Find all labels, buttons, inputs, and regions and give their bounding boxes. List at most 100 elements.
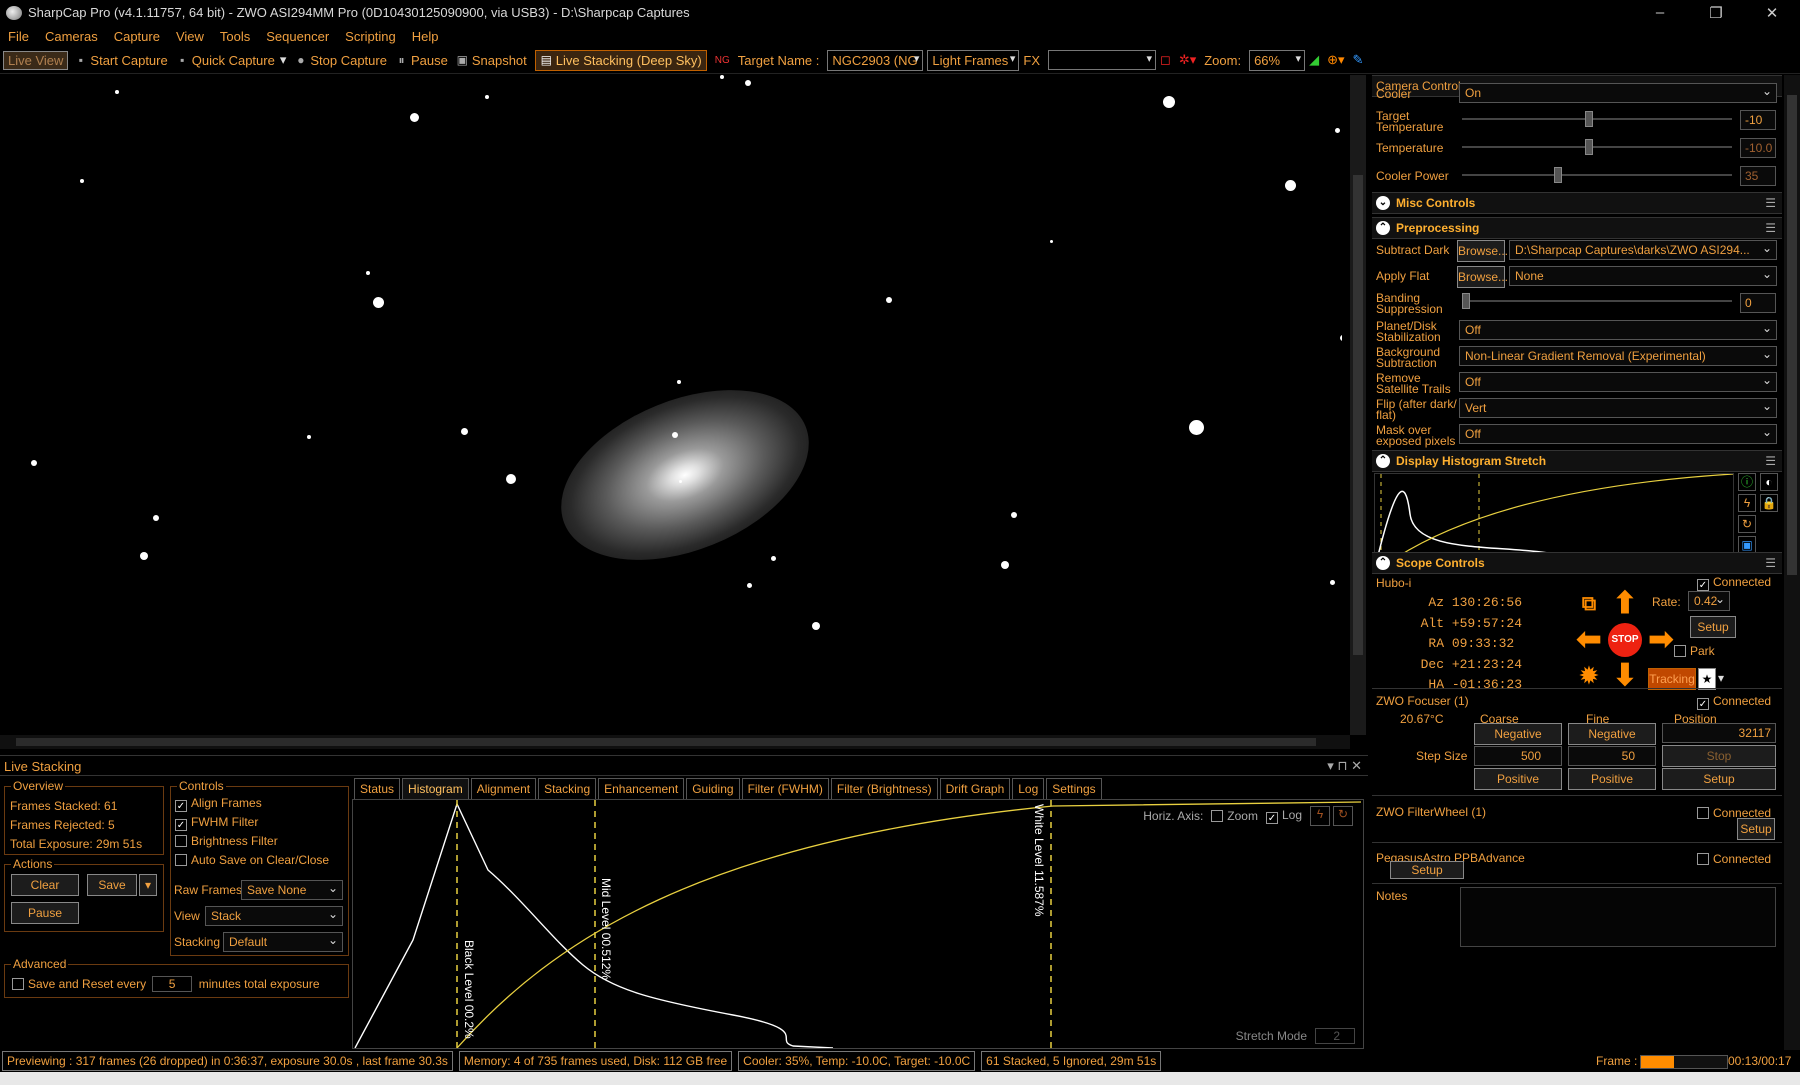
- checkbox-checked-icon[interactable]: ✓: [175, 819, 187, 831]
- focuser-connected[interactable]: ✓ Connected: [1697, 695, 1771, 710]
- fwhm-filter-toggle[interactable]: ✓ FWHM Filter: [175, 813, 329, 832]
- coarse-negative-button[interactable]: Negative: [1474, 723, 1562, 745]
- magnifier-icon[interactable]: ⊕▾: [1327, 52, 1344, 68]
- notes-textarea[interactable]: [1460, 887, 1776, 947]
- coarse-positive-button[interactable]: Positive: [1474, 768, 1562, 790]
- minimize-button[interactable]: –: [1632, 4, 1688, 21]
- apply-flat-select[interactable]: None: [1509, 266, 1777, 286]
- rate-select[interactable]: 0.42: [1688, 591, 1730, 611]
- tab-stacking[interactable]: Stacking: [538, 778, 597, 800]
- checkbox-icon[interactable]: [1697, 807, 1709, 819]
- align-frames-toggle[interactable]: ✓ Align Frames: [175, 794, 329, 813]
- checkbox-icon[interactable]: [175, 854, 187, 866]
- contrast-icon[interactable]: ◐: [1760, 473, 1778, 491]
- tab-drift-graph[interactable]: Drift Graph: [939, 778, 1011, 800]
- scope-controls-header[interactable]: ⌃ Scope Controls ☰: [1372, 552, 1782, 574]
- snapshot-button[interactable]: ▣ Snapshot: [456, 53, 527, 68]
- checkbox-icon[interactable]: [12, 978, 24, 990]
- cooler-select[interactable]: On: [1459, 83, 1777, 103]
- fine-step-input[interactable]: 50: [1568, 746, 1656, 766]
- lock-icon[interactable]: 🔒: [1760, 494, 1778, 512]
- coarse-step-input[interactable]: 500: [1474, 746, 1562, 766]
- checkbox-checked-icon[interactable]: ✓: [175, 800, 187, 812]
- arrow-up-icon[interactable]: ⬆: [1608, 587, 1642, 621]
- star-icon[interactable]: ★: [1698, 668, 1716, 690]
- stack-histogram-panel[interactable]: Black Level 00.2% Mid Level 00.512% Whit…: [352, 799, 1364, 1049]
- banding-suppression-slider[interactable]: [1462, 291, 1732, 311]
- save-button[interactable]: Save: [87, 874, 137, 896]
- menu-cameras[interactable]: Cameras: [45, 29, 98, 44]
- histogram-icon[interactable]: ◢: [1309, 52, 1319, 68]
- flip-select[interactable]: Vert: [1459, 398, 1777, 418]
- save-dropdown-icon[interactable]: ▾: [139, 874, 157, 896]
- tracking-button[interactable]: Tracking: [1648, 668, 1696, 690]
- crosshair-icon[interactable]: ✲▾: [1179, 52, 1196, 68]
- tab-histogram[interactable]: Histogram: [402, 778, 469, 800]
- quick-capture-button[interactable]: ▪ Quick Capture ▾: [176, 52, 286, 68]
- fine-positive-button[interactable]: Positive: [1568, 768, 1656, 790]
- raw-frames-select[interactable]: Save None: [241, 880, 343, 900]
- hamburger-icon[interactable]: ☰: [1765, 454, 1776, 468]
- fx-select[interactable]: [1048, 50, 1157, 70]
- log-toggle[interactable]: ✓ Log: [1265, 808, 1302, 824]
- menu-view[interactable]: View: [176, 29, 204, 44]
- misc-controls-header[interactable]: ⌄ Misc Controls ☰: [1372, 192, 1782, 214]
- hamburger-icon[interactable]: ☰: [1765, 221, 1776, 235]
- panel-window-icons[interactable]: ▾ ⊓ ✕: [1327, 758, 1362, 774]
- stop-capture-button[interactable]: ● Stop Capture: [294, 53, 387, 68]
- checkbox-checked-icon[interactable]: ✓: [1265, 812, 1278, 824]
- hamburger-icon[interactable]: ☰: [1765, 196, 1776, 210]
- target-temperature-slider[interactable]: [1462, 109, 1732, 129]
- stacking-select[interactable]: Default: [223, 932, 343, 952]
- scope-setup-button[interactable]: Setup: [1690, 616, 1736, 638]
- menu-sequencer[interactable]: Sequencer: [266, 29, 329, 44]
- filterwheel-setup-button[interactable]: Setup: [1737, 818, 1775, 840]
- mask-exposed-select[interactable]: Off: [1459, 424, 1777, 444]
- image-view[interactable]: [0, 75, 1342, 735]
- pin-icon[interactable]: ✎: [1353, 52, 1364, 68]
- arrow-right-icon[interactable]: ➡: [1644, 623, 1678, 657]
- maximize-button[interactable]: ❐: [1688, 4, 1744, 22]
- checkbox-icon[interactable]: [1697, 853, 1709, 865]
- menu-tools[interactable]: Tools: [220, 29, 250, 44]
- focuser-stop-button[interactable]: Stop: [1662, 745, 1776, 767]
- image-vertical-scrollbar[interactable]: [1350, 75, 1366, 735]
- hamburger-icon[interactable]: ☰: [1765, 556, 1776, 570]
- checkbox-checked-icon[interactable]: ✓: [1697, 579, 1709, 591]
- target-name-select[interactable]: NGC2903 (NG: [827, 49, 924, 71]
- stretch-mode-input[interactable]: 2: [1315, 1028, 1355, 1044]
- save-reset-input[interactable]: 5: [152, 976, 193, 992]
- preprocessing-header[interactable]: ⌃ Preprocessing ☰: [1372, 217, 1782, 239]
- auto-stretch-icon[interactable]: ⓘ: [1738, 473, 1756, 491]
- lightning-icon[interactable]: ϟ: [1310, 806, 1330, 826]
- tab-filter-fwhm[interactable]: Filter (FWHM): [741, 778, 829, 800]
- reset-icon[interactable]: ↻: [1333, 806, 1353, 826]
- checkbox-icon[interactable]: [1211, 810, 1224, 822]
- scope-connected[interactable]: ✓ Connected: [1697, 576, 1771, 591]
- checkbox-icon[interactable]: [175, 835, 187, 847]
- image-horizontal-scrollbar[interactable]: [0, 735, 1350, 749]
- histogram-stretch-header[interactable]: ⌃ Display Histogram Stretch ☰: [1372, 450, 1782, 472]
- zoom-toggle[interactable]: Zoom: [1211, 809, 1258, 823]
- pegasus-setup-button[interactable]: Setup: [1390, 861, 1464, 879]
- frame-type-select[interactable]: Light Frames: [927, 49, 1020, 71]
- menu-scripting[interactable]: Scripting: [345, 29, 396, 44]
- tab-status[interactable]: Status: [354, 778, 401, 800]
- clear-button[interactable]: Clear: [11, 874, 79, 896]
- banding-suppression-value[interactable]: 0: [1740, 293, 1776, 313]
- menu-help[interactable]: Help: [412, 29, 439, 44]
- start-capture-button[interactable]: ▪ Start Capture: [74, 53, 168, 68]
- remove-satellite-trails-select[interactable]: Off: [1459, 372, 1777, 392]
- tab-guiding[interactable]: Guiding: [686, 778, 740, 800]
- live-view-button[interactable]: Live View: [3, 50, 69, 70]
- fine-negative-button[interactable]: Negative: [1568, 723, 1656, 745]
- menu-file[interactable]: File: [8, 29, 29, 44]
- tab-enhancement[interactable]: Enhancement: [598, 778, 685, 800]
- live-stacking-button[interactable]: ▤ Live Stacking (Deep Sky): [534, 49, 707, 71]
- pause-button[interactable]: ⏸ Pause: [395, 53, 447, 68]
- background-subtraction-select[interactable]: Non-Linear Gradient Removal (Experimenta…: [1459, 346, 1777, 366]
- right-panel-scrollbar[interactable]: [1784, 75, 1800, 1050]
- apply-flat-browse-button[interactable]: Browse...: [1457, 266, 1508, 288]
- reset-icon[interactable]: ↻: [1738, 515, 1756, 533]
- subtract-dark-select[interactable]: D:\Sharpcap Captures\darks\ZWO ASI294...: [1509, 240, 1777, 260]
